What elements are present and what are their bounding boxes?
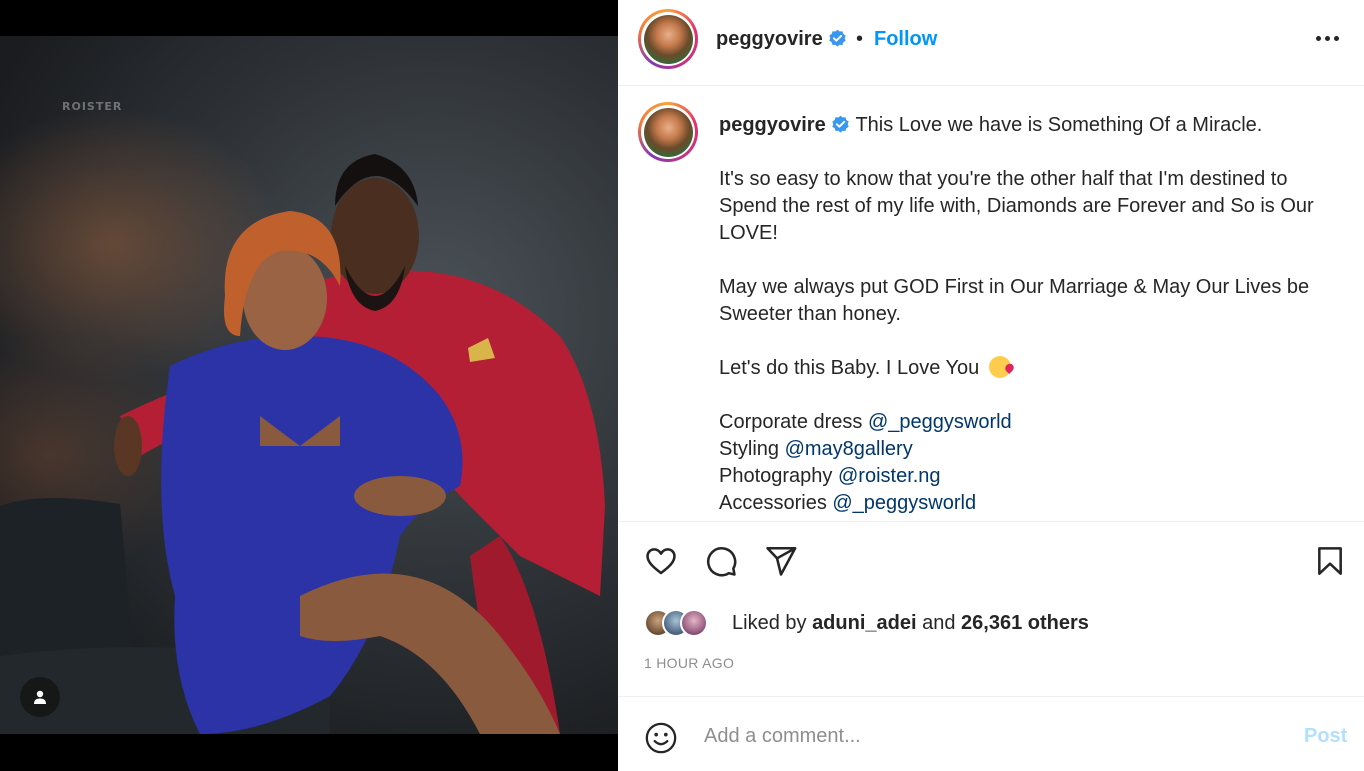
smiley-icon[interactable]: [644, 721, 678, 755]
caption-line: This Love we have is Something Of a Mira…: [855, 114, 1263, 136]
avatar: [680, 609, 708, 637]
more-options-icon[interactable]: [1312, 26, 1342, 50]
mention-link[interactable]: @_peggysworld: [832, 492, 976, 514]
credit-label: Photography: [719, 465, 833, 487]
credit-line: Styling @may8gallery: [719, 436, 1329, 463]
caption-author-avatar[interactable]: [638, 102, 698, 162]
credit-label: Corporate dress: [719, 411, 863, 433]
caption-line: It's so easy to know that you're the oth…: [719, 168, 1314, 244]
caption-line: May we always put GOD First in Our Marri…: [719, 276, 1310, 325]
post-details-panel: peggyovire • Follow peggyovire This Love…: [618, 0, 1364, 771]
credit-label: Accessories: [719, 492, 827, 514]
likes-count-link[interactable]: 26,361 others: [961, 612, 1089, 634]
caption-section: peggyovire This Love we have is Somethin…: [618, 87, 1364, 521]
post-timestamp[interactable]: 1 HOUR AGO: [644, 655, 734, 671]
credit-line: Corporate dress @_peggysworld: [719, 409, 1329, 436]
heart-icon[interactable]: [644, 544, 678, 578]
verified-badge-icon: [832, 115, 849, 133]
post-media[interactable]: ROISTER: [0, 0, 618, 771]
photo-watermark: ROISTER: [62, 100, 123, 113]
post-header: peggyovire • Follow: [618, 0, 1364, 86]
liked-by-and: and: [922, 611, 956, 634]
tagged-users-button[interactable]: [20, 677, 60, 717]
bookmark-icon[interactable]: [1314, 544, 1346, 578]
caption-line: Let's do this Baby. I Love You: [719, 357, 980, 379]
post-photo: ROISTER: [0, 36, 618, 734]
avatar-image: [643, 14, 693, 64]
avatar-image: [643, 107, 693, 157]
man-hand: [114, 416, 142, 476]
mention-link[interactable]: @may8gallery: [785, 438, 913, 460]
liked-by-prefix: Liked by: [732, 611, 807, 634]
post-comment-button[interactable]: Post: [1304, 725, 1347, 748]
man-head: [331, 178, 419, 294]
post-actions: Liked by aduni_adei and 26,361 others 1 …: [618, 521, 1364, 696]
liked-by-user-link[interactable]: aduni_adei: [812, 612, 916, 634]
likes-summary: Liked by aduni_adei and 26,361 others: [644, 605, 1089, 641]
follow-button[interactable]: Follow: [874, 28, 937, 51]
post-caption: peggyovire This Love we have is Somethin…: [719, 112, 1329, 517]
mention-link[interactable]: @_peggysworld: [868, 411, 1012, 433]
comment-bubble-icon[interactable]: [704, 544, 738, 578]
header-separator: •: [856, 28, 864, 50]
mention-link[interactable]: @roister.ng: [838, 465, 941, 487]
liked-by-text: Liked by aduni_adei and 26,361 others: [732, 612, 1089, 635]
credit-line: Photography @roister.ng: [719, 463, 1329, 490]
comment-bar: Post: [618, 696, 1364, 771]
user-icon: [34, 690, 46, 704]
paper-plane-icon[interactable]: [764, 544, 798, 578]
credit-line: Accessories @_peggysworld: [719, 490, 1329, 517]
author-username[interactable]: peggyovire: [716, 28, 823, 51]
caption-username[interactable]: peggyovire: [719, 114, 826, 136]
woman-hands: [354, 476, 446, 516]
kiss-emoji-icon: [988, 356, 1011, 378]
credit-label: Styling: [719, 438, 780, 460]
blue-dress: [161, 336, 463, 734]
couple-photo-illustration: [0, 154, 605, 734]
author-avatar[interactable]: [638, 9, 698, 69]
liker-avatars: [644, 607, 724, 639]
comment-input[interactable]: [704, 723, 1264, 749]
verified-badge-icon: [829, 29, 846, 47]
